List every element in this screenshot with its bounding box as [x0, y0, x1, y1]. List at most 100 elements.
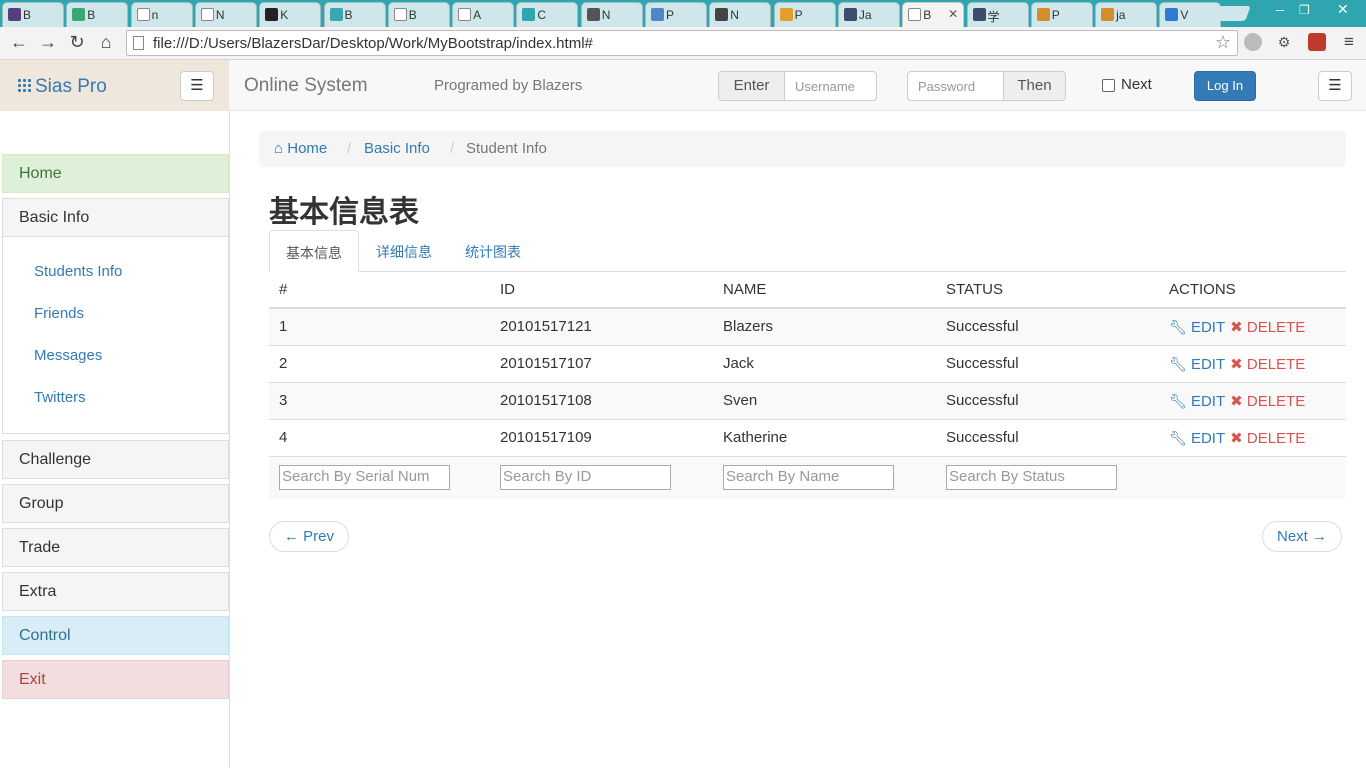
- cell-num: 3: [269, 381, 490, 419]
- close-window-icon[interactable]: ✕: [1337, 1, 1349, 18]
- browser-tab-label: N: [601, 8, 611, 22]
- edit-action[interactable]: 🔧︎ EDIT: [1169, 393, 1225, 410]
- new-tab-button[interactable]: [1211, 6, 1251, 21]
- edit-action[interactable]: 🔧︎ EDIT: [1169, 319, 1225, 336]
- breadcrumb-separator: /: [347, 140, 352, 157]
- delete-action[interactable]: ✖ DELETE: [1230, 393, 1305, 410]
- cell-actions: 🔧︎ EDIT ✖ DELETE: [1159, 381, 1346, 419]
- settings-extension-icon[interactable]: ⚙: [1275, 33, 1293, 51]
- edit-action[interactable]: 🔧︎ EDIT: [1169, 430, 1225, 447]
- search-serial-num-input[interactable]: Search By Serial Num: [279, 465, 450, 491]
- browser-tab-label: P: [666, 8, 675, 22]
- sidebar-subitem-messages[interactable]: Messages: [34, 347, 102, 364]
- chrome-menu-icon[interactable]: ≡: [1340, 33, 1358, 51]
- sidebar-item-control[interactable]: Control: [2, 616, 229, 655]
- tab-detail-info[interactable]: 详细信息: [360, 230, 448, 272]
- minimize-icon[interactable]: ‒: [1276, 1, 1284, 17]
- edit-label: EDIT: [1190, 355, 1226, 373]
- reload-icon[interactable]: ↻: [66, 32, 88, 53]
- breadcrumb: ⌂ Home / Basic Info / Student Info: [259, 131, 1346, 167]
- grid-icon: [17, 78, 32, 93]
- column-header-num: #: [269, 272, 490, 309]
- search-cell: Search By Name: [713, 455, 936, 499]
- brand-link[interactable]: Sias Pro: [17, 76, 107, 98]
- sidebar-toggle-button[interactable]: ☰: [180, 71, 214, 101]
- photo-icon: [586, 8, 600, 21]
- list-icon: ☰: [1328, 77, 1342, 94]
- browser-tab[interactable]: K: [259, 2, 322, 27]
- enter-addon: Enter: [718, 71, 785, 101]
- search-id-input[interactable]: Search By ID: [500, 465, 671, 491]
- restore-icon[interactable]: ❐: [1299, 3, 1310, 17]
- page-icon: [136, 8, 150, 21]
- system-title[interactable]: Online System: [244, 75, 368, 97]
- globe-extension-icon[interactable]: [1244, 33, 1262, 51]
- browser-tab[interactable]: B ✕: [902, 2, 965, 27]
- cell-id: 20101517121: [490, 307, 713, 345]
- grid-icon: [715, 8, 729, 21]
- remove-icon: ✖: [1230, 355, 1243, 373]
- search-name-input[interactable]: Search By Name: [723, 465, 894, 491]
- sidebar-item-challenge[interactable]: Challenge: [2, 440, 229, 479]
- bookmark-star-icon[interactable]: ☆: [1215, 32, 1231, 53]
- sidebar-subitem-twitters[interactable]: Twitters: [34, 389, 86, 406]
- sidebar-item-trade[interactable]: Trade: [2, 528, 229, 567]
- back-icon[interactable]: ←: [8, 32, 30, 53]
- sidebar-item-group[interactable]: Group: [2, 484, 229, 523]
- sidebar-item-extra[interactable]: Extra: [2, 572, 229, 611]
- delete-label: DELETE: [1246, 392, 1306, 410]
- browser-tab[interactable]: B: [387, 2, 450, 27]
- password-input[interactable]: Password: [907, 71, 1004, 101]
- tab-basic-info[interactable]: 基本信息: [269, 230, 359, 272]
- browser-tab[interactable]: ja: [1095, 2, 1158, 27]
- prev-page-button[interactable]: ← Prev: [269, 521, 350, 552]
- browser-tab[interactable]: n: [130, 2, 193, 27]
- sidebar-item-basic-info[interactable]: Basic Info: [2, 198, 229, 237]
- next-checkbox[interactable]: [1102, 79, 1115, 92]
- navbar-menu-button[interactable]: ☰: [1318, 71, 1352, 101]
- sidebar-subitem-friends[interactable]: Friends: [34, 305, 84, 322]
- delete-action[interactable]: ✖ DELETE: [1230, 356, 1305, 373]
- browser-tab[interactable]: N: [194, 2, 257, 27]
- delete-action[interactable]: ✖ DELETE: [1230, 430, 1305, 447]
- edit-action[interactable]: 🔧︎ EDIT: [1169, 356, 1225, 373]
- bootstrap-icon: [329, 8, 343, 21]
- breadcrumb-separator: /: [450, 140, 455, 157]
- search-status-input[interactable]: Search By Status: [946, 465, 1117, 491]
- url-text: file:///D:/Users/BlazersDar/Desktop/Work…: [153, 35, 593, 52]
- browser-tab[interactable]: B: [2, 2, 64, 27]
- browser-tab[interactable]: A: [452, 2, 515, 27]
- breadcrumb-home[interactable]: ⌂ Home: [274, 140, 327, 157]
- browser-tab[interactable]: C: [516, 2, 579, 27]
- home-icon[interactable]: ⌂: [95, 32, 117, 53]
- cell-id: 20101517108: [490, 381, 713, 419]
- page-title: 基本信息表: [269, 196, 419, 229]
- browser-tab[interactable]: Ja: [837, 2, 900, 27]
- cell-num: 1: [269, 307, 490, 345]
- browser-tab[interactable]: B: [323, 2, 386, 27]
- forward-icon[interactable]: →: [37, 32, 59, 53]
- browser-tab[interactable]: P: [773, 2, 836, 27]
- login-button[interactable]: Log In: [1194, 71, 1256, 101]
- delete-action[interactable]: ✖ DELETE: [1230, 319, 1305, 336]
- close-tab-icon[interactable]: ✕: [948, 7, 958, 21]
- next-checkbox-label[interactable]: Next: [1121, 76, 1152, 93]
- breadcrumb-basic-info[interactable]: Basic Info: [364, 140, 430, 157]
- browser-tab[interactable]: V: [1159, 2, 1222, 27]
- sidebar-subitem-students-info[interactable]: Students Info: [34, 263, 122, 280]
- next-page-button[interactable]: Next →: [1262, 521, 1343, 552]
- red-extension-icon[interactable]: [1308, 33, 1326, 51]
- tab-statistics-chart[interactable]: 统计图表: [449, 230, 537, 272]
- sidebar-item-exit[interactable]: Exit: [2, 660, 229, 699]
- browser-tab[interactable]: B: [66, 2, 129, 27]
- browser-tab[interactable]: P: [645, 2, 707, 27]
- browser-tab[interactable]: 学: [966, 2, 1029, 27]
- browser-tab[interactable]: N: [709, 2, 772, 27]
- browser-tab[interactable]: P: [1030, 2, 1093, 27]
- sidebar-item-home[interactable]: Home: [2, 154, 229, 193]
- browser-tab[interactable]: N: [580, 2, 643, 27]
- column-header-actions: ACTIONS: [1159, 272, 1346, 309]
- address-bar[interactable]: file:///D:/Users/BlazersDar/Desktop/Work…: [126, 30, 1238, 56]
- column-header-status: STATUS: [936, 272, 1159, 309]
- username-input[interactable]: Username: [784, 71, 877, 101]
